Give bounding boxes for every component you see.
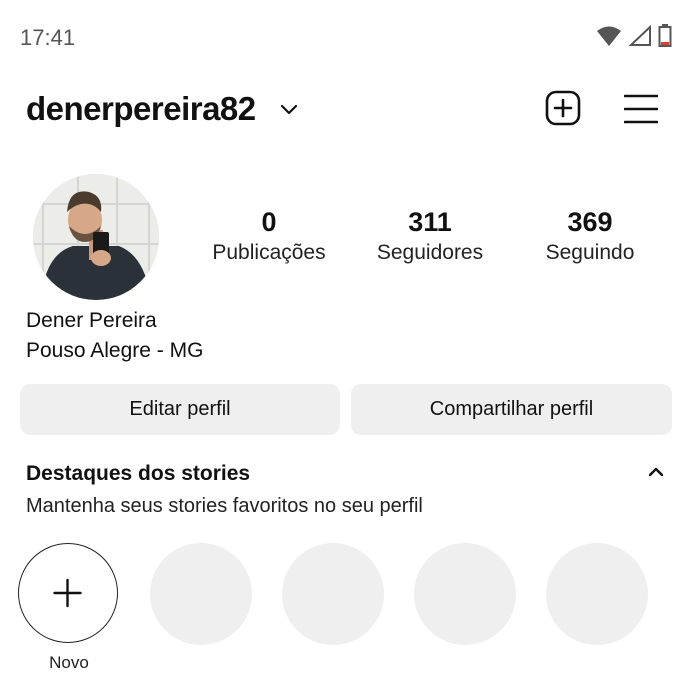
stat-posts-value: 0 xyxy=(261,207,277,237)
profile-name: Dener Pereira xyxy=(26,309,157,332)
chevron-down-icon[interactable] xyxy=(280,104,298,116)
highlights-subtitle: Mantenha seus stories favoritos no seu p… xyxy=(26,495,423,517)
highlight-placeholder xyxy=(546,543,648,645)
highlight-placeholder xyxy=(150,543,252,645)
stat-following-value: 369 xyxy=(567,207,613,237)
plus-icon xyxy=(53,578,82,608)
add-post-icon[interactable] xyxy=(545,90,581,126)
wifi-icon xyxy=(597,26,621,46)
stat-followers-value: 311 xyxy=(408,207,452,237)
stat-followers-label: Seguidores xyxy=(376,241,484,264)
stat-following[interactable]: 369 Seguindo xyxy=(510,205,670,267)
avatar-photo xyxy=(33,174,159,300)
highlight-placeholder xyxy=(282,543,384,645)
chevron-up-icon[interactable] xyxy=(648,466,664,478)
new-highlight-label: Novo xyxy=(49,653,89,672)
stat-posts[interactable]: 0 Publicações xyxy=(189,205,349,267)
battery-icon xyxy=(658,24,672,47)
stat-posts-label: Publicações xyxy=(212,241,326,264)
stat-following-label: Seguindo xyxy=(545,241,635,264)
stat-followers[interactable]: 311 Seguidores xyxy=(350,205,510,267)
avatar[interactable] xyxy=(33,174,159,300)
menu-icon[interactable] xyxy=(624,94,658,124)
profile-header: denerpereira82 xyxy=(0,80,692,140)
status-bar: 17:41 xyxy=(0,0,692,72)
highlight-placeholder xyxy=(414,543,516,645)
share-profile-button[interactable]: Compartilhar perfil xyxy=(351,384,672,435)
edit-profile-button[interactable]: Editar perfil xyxy=(20,384,340,435)
status-time: 17:41 xyxy=(20,25,76,50)
signal-icon xyxy=(628,25,651,46)
new-highlight-button[interactable] xyxy=(18,543,118,643)
status-icons xyxy=(596,24,672,48)
username-title[interactable]: denerpereira82 xyxy=(26,90,256,128)
highlights-title: Destaques dos stories xyxy=(26,462,251,485)
profile-location: Pouso Alegre - MG xyxy=(26,339,204,362)
